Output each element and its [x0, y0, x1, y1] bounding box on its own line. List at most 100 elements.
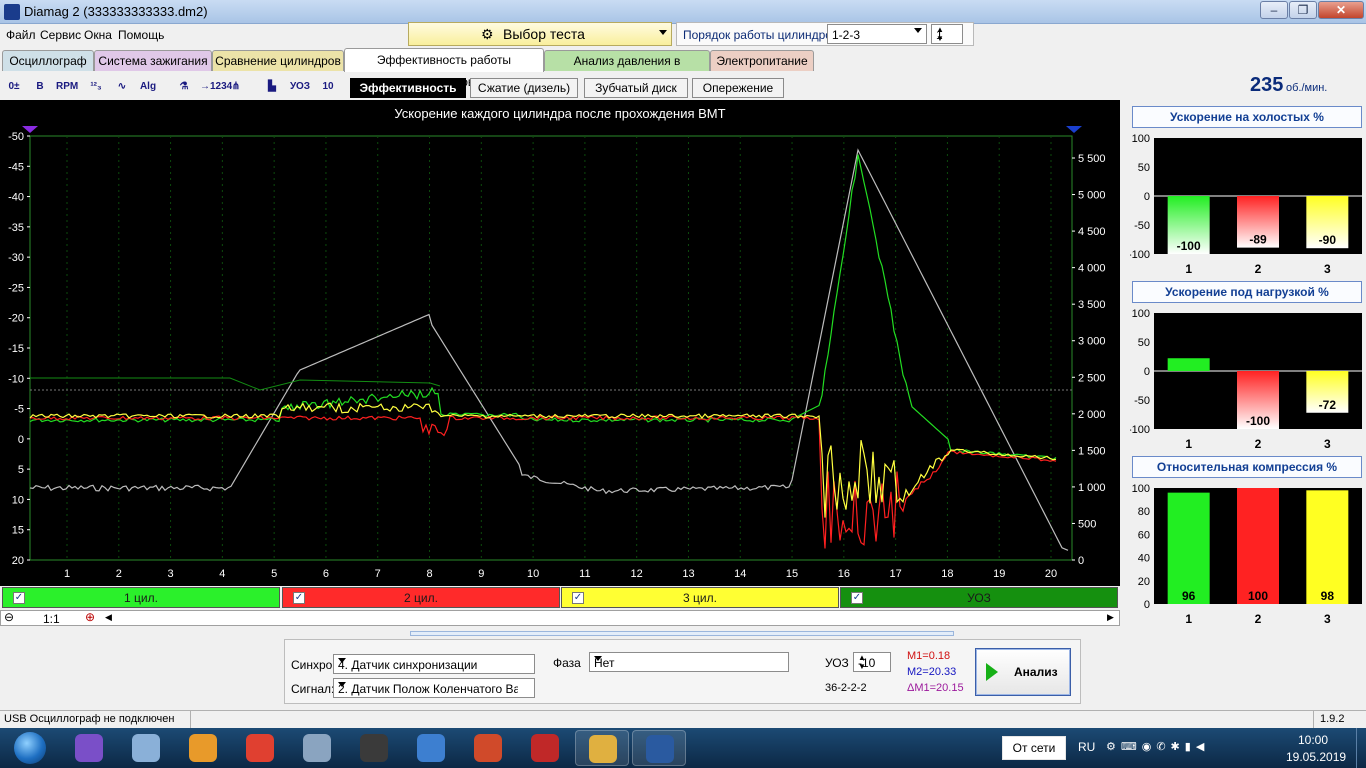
- main-chart[interactable]: Ускорение каждого цилиндра после прохожд…: [0, 100, 1120, 586]
- legend-item[interactable]: ✓ 1 цил.: [2, 587, 280, 608]
- menu-help[interactable]: Помощь: [118, 28, 164, 42]
- explorer-icon[interactable]: [575, 730, 629, 766]
- show-desktop-button[interactable]: [1356, 728, 1366, 768]
- gear-icon: ⚙: [481, 26, 494, 42]
- scroll-right-icon[interactable]: ▶: [1107, 612, 1114, 623]
- timer-icon[interactable]: 10: [318, 77, 338, 97]
- filter-icon[interactable]: ⚗: [174, 77, 194, 97]
- summary-y-tick: 100: [1132, 483, 1150, 495]
- zoom-out-icon[interactable]: ⊖: [4, 611, 14, 624]
- stepper-arrows-icon: ▲ ▼: [858, 653, 866, 671]
- x-tick: 20: [1045, 568, 1057, 580]
- tab-cylinder-efficiency[interactable]: Эффективность работы цилиндров: [344, 48, 544, 89]
- splitter-handle[interactable]: [410, 631, 954, 636]
- signal-select[interactable]: 2. Датчик Полож Коленчатого Вал: [333, 678, 535, 698]
- analyze-button[interactable]: Анализ: [975, 648, 1071, 696]
- smooth-icon[interactable]: ∿: [112, 77, 132, 97]
- sync-select[interactable]: 4. Датчик синхронизации: [333, 654, 535, 674]
- zero-icon[interactable]: 0±: [4, 77, 24, 97]
- y-right-tick: 2 500: [1078, 372, 1106, 384]
- uoz-icon[interactable]: УОЗ: [290, 77, 310, 97]
- zoom-in-icon[interactable]: ⊕: [85, 611, 95, 624]
- eye-icon[interactable]: [461, 730, 515, 766]
- summary-y-tick: 0: [1144, 599, 1150, 611]
- x-tick: 19: [993, 568, 1005, 580]
- badge-icon[interactable]: [176, 730, 230, 766]
- clock-time[interactable]: 10:00: [1298, 733, 1328, 747]
- legend-label: 1 цил.: [124, 591, 158, 605]
- menu-windows[interactable]: Окна: [84, 28, 112, 42]
- cylinder-2-trace: [29, 415, 1057, 549]
- y-right-tick: 0: [1078, 555, 1084, 567]
- rpm-icon[interactable]: RPM: [56, 77, 78, 97]
- tab-cylinder-compare[interactable]: Сравнение цилиндров: [212, 50, 344, 71]
- subtab-compression[interactable]: Сжатие (дизель): [470, 78, 578, 98]
- subtab-toothed-disk[interactable]: Зубчатый диск: [584, 78, 688, 98]
- algorithm-icon[interactable]: Alg ½: [138, 77, 158, 112]
- legend-item[interactable]: ✓ 2 цил.: [282, 587, 560, 608]
- menu-file[interactable]: Файл: [6, 28, 36, 42]
- scale-icon[interactable]: ¹²₃: [86, 77, 106, 97]
- scroll-left-icon[interactable]: ◀: [105, 612, 112, 623]
- cylinder-order-select[interactable]: 1-2-3: [827, 24, 927, 44]
- close-button[interactable]: ✕: [1318, 1, 1364, 19]
- tab-oscilloscope[interactable]: Осциллограф: [2, 50, 94, 71]
- maximize-button[interactable]: ❐: [1289, 1, 1317, 19]
- chrome-icon[interactable]: [233, 730, 287, 766]
- language-indicator[interactable]: RU: [1078, 740, 1095, 754]
- summary-y-tick: 80: [1138, 506, 1150, 518]
- phase-select[interactable]: Нет: [589, 652, 789, 672]
- y-right-tick: 5 500: [1078, 153, 1106, 165]
- camera-icon[interactable]: [347, 730, 401, 766]
- taskbar: От сети RU ⚙⌨◉✆✱▮◀ 10:00 19.05.2019: [0, 728, 1366, 768]
- tab-power[interactable]: Электропитание: [710, 50, 814, 71]
- main-chart-svg[interactable]: Ускорение каждого цилиндра после прохожд…: [0, 100, 1120, 586]
- marker-icon[interactable]: ⋔: [226, 77, 246, 97]
- test-select[interactable]: ⚙ Выбор теста: [408, 22, 672, 46]
- tab-ignition[interactable]: Система зажигания: [94, 50, 212, 71]
- notes-icon[interactable]: [119, 730, 173, 766]
- cylinder-stepper[interactable]: 1 ▲ ▼: [931, 24, 963, 44]
- pdf-icon[interactable]: [518, 730, 572, 766]
- start-button[interactable]: [2, 728, 58, 768]
- y-left-tick: 0: [18, 434, 24, 446]
- analysis-controls: Синхро: 4. Датчик синхронизации Сигнал: …: [284, 639, 1081, 704]
- cylinder-order-panel: Порядок работы цилиндров 1-2-3 1 ▲ ▼: [676, 22, 974, 46]
- legend-checkbox[interactable]: ✓: [293, 592, 305, 604]
- legend-checkbox[interactable]: ✓: [572, 592, 584, 604]
- numbering-icon[interactable]: →1234: [200, 77, 232, 97]
- subtab-efficiency[interactable]: Эффективность: [350, 78, 466, 98]
- subtab-advance[interactable]: Опережение: [692, 78, 784, 98]
- reader-icon[interactable]: [404, 730, 458, 766]
- cylinder-order-value: 1-2-3: [832, 28, 861, 42]
- uoz-stepper[interactable]: -10 ▲ ▼: [853, 652, 891, 672]
- calculator-icon[interactable]: [290, 730, 344, 766]
- bars-icon[interactable]: ▙: [262, 77, 282, 97]
- diamag-icon-glyph: [646, 735, 674, 763]
- clock-date[interactable]: 19.05.2019: [1286, 750, 1346, 764]
- legend-checkbox[interactable]: ✓: [13, 592, 25, 604]
- diamag-icon[interactable]: [632, 730, 686, 766]
- menu-service[interactable]: Сервис: [40, 28, 81, 42]
- viber-icon[interactable]: [62, 730, 116, 766]
- sync-value: 4. Датчик синхронизации: [338, 658, 478, 672]
- phase-label: Фаза: [553, 656, 581, 670]
- explorer-icon-glyph: [589, 735, 617, 763]
- legend-checkbox[interactable]: ✓: [851, 592, 863, 604]
- y-right-tick: 4 000: [1078, 263, 1106, 275]
- tooth-pattern: 36-2-2-2: [825, 682, 867, 694]
- legend-item[interactable]: ✓ 3 цил.: [561, 587, 839, 608]
- summary-y-tick: -100: [1130, 249, 1150, 261]
- sync-label: Синхро:: [291, 658, 336, 672]
- tab-pressure-analysis[interactable]: Анализ давления в цилиндре: [544, 50, 710, 88]
- minimize-button[interactable]: ‒: [1260, 1, 1288, 19]
- summary-bar-label: 100: [1248, 589, 1268, 603]
- right-cursor-marker[interactable]: [1066, 126, 1082, 133]
- bold-icon[interactable]: B: [30, 77, 50, 97]
- x-tick: 4: [219, 568, 225, 580]
- tray-icons[interactable]: ⚙⌨◉✆✱▮◀: [1106, 740, 1209, 753]
- network-status[interactable]: От сети: [1002, 736, 1066, 760]
- left-cursor-marker[interactable]: [22, 126, 38, 133]
- x-tick: 7: [375, 568, 381, 580]
- legend-item[interactable]: ✓ УОЗ: [840, 587, 1118, 608]
